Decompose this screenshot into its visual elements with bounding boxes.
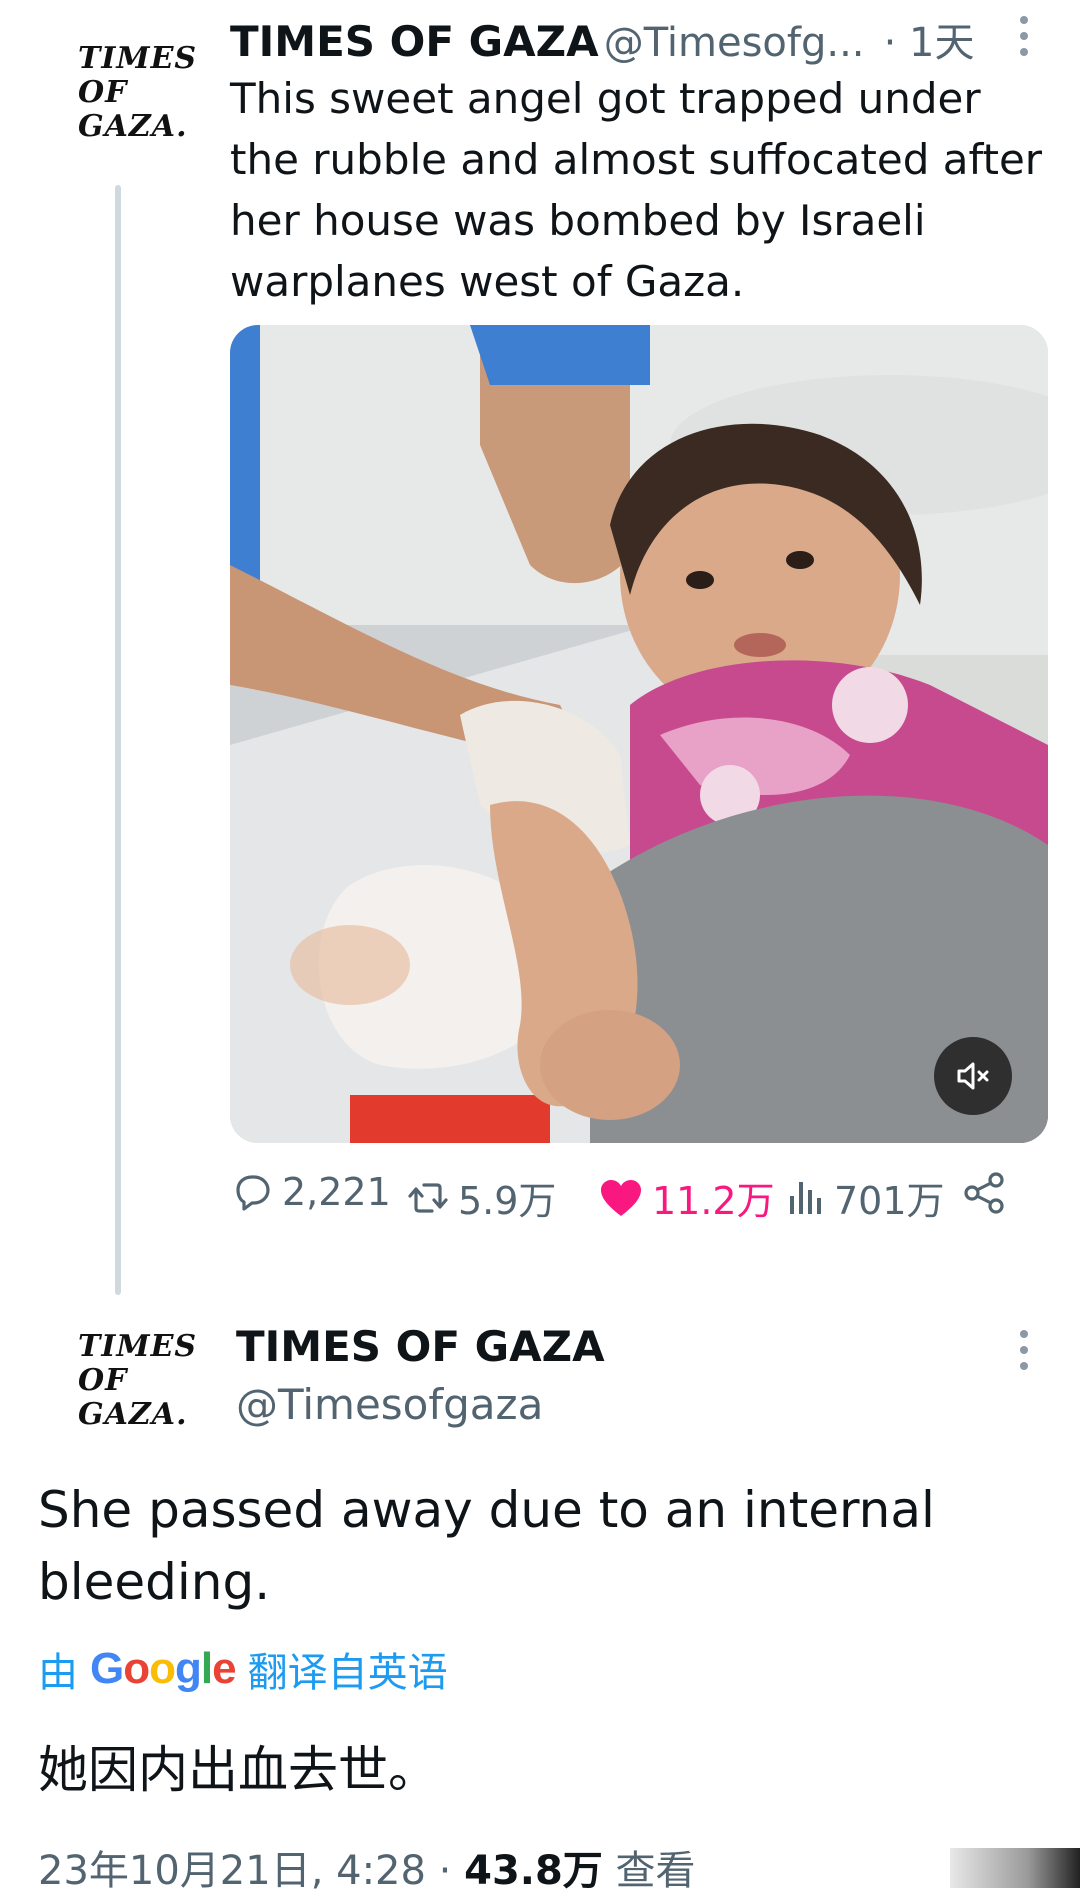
- like-button[interactable]: 11.2万: [598, 1170, 775, 1225]
- corner-shadow: [950, 1848, 1080, 1888]
- video-player[interactable]: [230, 325, 1048, 1143]
- views-count: 701万: [834, 1179, 945, 1223]
- tweet-header: TIMES OF GAZA @Timesofg... · 1天: [230, 10, 975, 68]
- avatar-logo[interactable]: TIMES OF GAZA.: [78, 41, 198, 144]
- reply-button[interactable]: 2,221: [230, 1170, 391, 1214]
- bar-chart-icon: [790, 1181, 821, 1214]
- views-button[interactable]: 701万: [786, 1170, 945, 1225]
- logo-line: GAZA.: [78, 109, 188, 144]
- more-options-icon[interactable]: [1018, 16, 1030, 56]
- video-frame: [230, 325, 1048, 1143]
- speaker-muted-icon: [957, 1062, 989, 1090]
- tweet-text: She passed away due to an internal bleed…: [38, 1481, 935, 1611]
- reply-icon: [236, 1175, 270, 1211]
- retweet-count: 5.9万: [458, 1179, 557, 1223]
- view-count: 43.8万: [464, 1848, 603, 1894]
- mute-button[interactable]: [934, 1037, 1012, 1115]
- post-date[interactable]: 23年10月21日, 4:28 ·: [38, 1848, 451, 1894]
- author-handle[interactable]: @Timesofgaza: [236, 1380, 543, 1429]
- tweet-text: This sweet angel got trapped under the r…: [230, 74, 1043, 306]
- like-count: 11.2万: [652, 1179, 775, 1223]
- logo-line: TIMES: [78, 41, 198, 76]
- translated-text: 她因内出血去世。: [38, 1741, 438, 1799]
- more-options-icon[interactable]: [1018, 1330, 1030, 1370]
- thread-line: [115, 185, 121, 1295]
- share-button[interactable]: [962, 1170, 1008, 1216]
- views-label: 查看: [615, 1848, 696, 1894]
- timestamp[interactable]: · 1天: [884, 20, 975, 66]
- tweet-actions: 2,221 5.9万 11.2万 701万: [230, 1170, 1030, 1230]
- google-logo: Google: [90, 1644, 237, 1693]
- author-name[interactable]: TIMES OF GAZA: [236, 1322, 605, 1371]
- logo-line: GAZA.: [78, 1397, 188, 1432]
- translate-prefix: 由: [38, 1650, 78, 1696]
- logo-line: TIMES: [78, 1329, 198, 1364]
- share-icon: [964, 1172, 1004, 1214]
- logo-line: OF: [78, 1363, 128, 1398]
- author-handle[interactable]: @Timesofg...: [604, 20, 865, 66]
- heart-filled-icon: [601, 1179, 641, 1216]
- tweet-meta: 23年10月21日, 4:28 · 43.8万 查看: [38, 1838, 696, 1896]
- translation-attribution[interactable]: 由 Google 翻译自英语: [38, 1640, 448, 1698]
- translate-suffix: 翻译自英语: [247, 1650, 448, 1696]
- retweet-button[interactable]: 5.9万: [406, 1170, 556, 1225]
- retweet-icon: [408, 1182, 448, 1213]
- logo-line: OF: [78, 75, 128, 110]
- author-name[interactable]: TIMES OF GAZA: [230, 17, 599, 66]
- reply-count: 2,221: [282, 1170, 391, 1214]
- avatar-logo[interactable]: TIMES OF GAZA.: [78, 1329, 198, 1432]
